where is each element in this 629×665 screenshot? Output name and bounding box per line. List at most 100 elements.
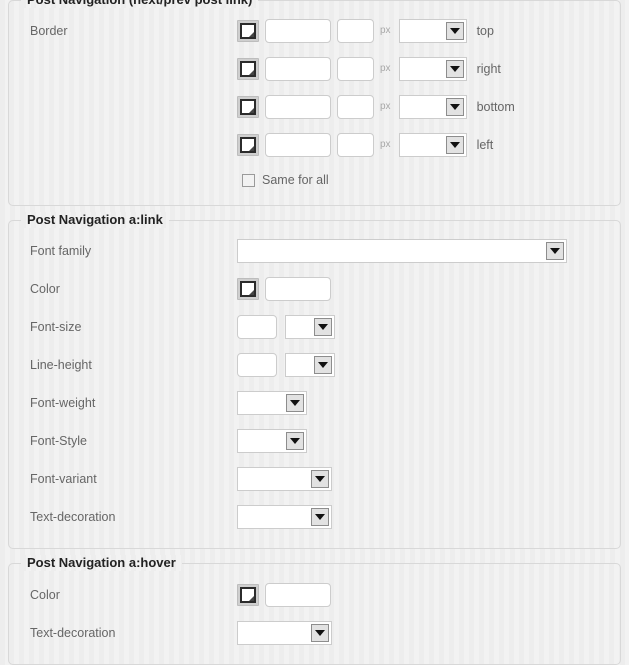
color-swatch-icon-border-top[interactable]	[237, 20, 259, 43]
border-left-color-input[interactable]	[265, 133, 331, 158]
border-row-label: Border	[30, 24, 68, 39]
border-left-unit-label: px	[380, 139, 391, 151]
border-right-width-input[interactable]	[337, 57, 374, 82]
fields-line-height	[237, 352, 335, 377]
border-row-bottom: px bottom	[18, 93, 611, 121]
row-line-height: Line-height	[18, 351, 611, 379]
row-hover-color: Color	[18, 581, 611, 609]
text-decoration-select[interactable]	[237, 504, 332, 529]
border-top-side-label: top	[476, 24, 494, 39]
border-bottom-side-label: bottom	[476, 100, 515, 115]
border-row-top: Border px top	[18, 17, 611, 45]
chevron-down-icon[interactable]	[311, 623, 329, 642]
label-font-size: Font-size	[30, 319, 82, 334]
line-height-unit-select[interactable]	[285, 352, 335, 377]
ahover-color-input[interactable]	[265, 582, 331, 607]
color-swatch-inner	[240, 586, 256, 603]
panel-post-navigation-ahover: Post Navigation a:hover Color Text-decor…	[8, 555, 621, 665]
chevron-down-icon[interactable]	[286, 393, 304, 412]
color-swatch-corner-icon	[249, 595, 254, 601]
font-variant-select[interactable]	[237, 466, 332, 491]
label-hover-color: Color	[30, 587, 60, 602]
ahover-text-decoration-select[interactable]	[237, 620, 332, 645]
border-right-unit-label: px	[380, 63, 391, 75]
border-right-side-label: right	[476, 62, 501, 77]
border-right-color-input[interactable]	[265, 57, 331, 82]
row-text-decoration: Text-decoration	[18, 503, 611, 531]
row-font-size: Font-size	[18, 313, 611, 341]
row-font-variant: Font-variant	[18, 465, 611, 493]
label-font-weight: Font-weight	[30, 395, 96, 410]
panel-legend-post-navigation-alink: Post Navigation a:link	[21, 211, 169, 228]
color-swatch-icon-border-right[interactable]	[237, 58, 259, 81]
panel-body-alink: Font family Color Font-size Line-height …	[18, 225, 611, 541]
label-line-height: Line-height	[30, 357, 92, 372]
color-swatch-inner	[240, 99, 256, 116]
color-swatch-icon-alink-color[interactable]	[237, 277, 259, 300]
same-for-all-label: Same for all	[262, 173, 329, 188]
label-color: Color	[30, 281, 60, 296]
border-left-width-input[interactable]	[337, 133, 374, 158]
font-style-select[interactable]	[237, 428, 307, 453]
fields-font-size	[237, 314, 335, 339]
border-top-color-input[interactable]	[265, 19, 331, 44]
label-font-variant: Font-variant	[30, 471, 97, 486]
border-top-style-select[interactable]	[398, 19, 467, 44]
color-swatch-corner-icon	[249, 289, 254, 295]
label-font-style: Font-Style	[30, 433, 87, 448]
border-row-right: px right	[18, 55, 611, 83]
color-swatch-corner-icon	[249, 32, 254, 38]
alink-color-input[interactable]	[265, 276, 331, 301]
border-left-side-label: left	[476, 138, 494, 153]
color-swatch-corner-icon	[249, 146, 254, 152]
fields-hover-color	[237, 582, 331, 607]
line-height-input[interactable]	[237, 352, 277, 377]
fields-font-style	[237, 428, 307, 453]
color-swatch-inner	[240, 61, 256, 78]
font-weight-select[interactable]	[237, 390, 307, 415]
chevron-down-icon[interactable]	[311, 469, 329, 488]
panel-body-ahover: Color Text-decoration	[18, 569, 611, 657]
color-swatch-inner	[240, 137, 256, 154]
panel-post-navigation-alink: Post Navigation a:link Font family Color	[8, 211, 621, 550]
border-top-unit-label: px	[380, 25, 391, 37]
chevron-down-icon[interactable]	[546, 241, 564, 260]
row-color: Color	[18, 275, 611, 303]
border-top-width-input[interactable]	[337, 19, 374, 44]
font-family-select[interactable]	[237, 238, 567, 263]
chevron-down-icon[interactable]	[445, 22, 464, 41]
font-size-unit-select[interactable]	[285, 314, 335, 339]
chevron-down-icon[interactable]	[445, 136, 464, 155]
border-fields-right: px right	[237, 57, 501, 82]
row-font-weight: Font-weight	[18, 389, 611, 417]
color-swatch-corner-icon	[249, 108, 254, 114]
color-swatch-icon-ahover-color[interactable]	[237, 583, 259, 606]
border-bottom-width-input[interactable]	[337, 95, 374, 120]
border-left-style-select[interactable]	[398, 133, 467, 158]
chevron-down-icon[interactable]	[314, 317, 332, 336]
border-fields-left: px left	[237, 133, 494, 158]
fields-font-variant	[237, 466, 332, 491]
same-for-all-row: Same for all	[18, 173, 611, 187]
row-font-family: Font family	[18, 237, 611, 265]
panel-legend-post-navigation: Post Navigation (next/prev post link)	[21, 0, 259, 8]
border-bottom-unit-label: px	[380, 101, 391, 113]
chevron-down-icon[interactable]	[311, 507, 329, 526]
color-swatch-icon-border-left[interactable]	[237, 134, 259, 157]
chevron-down-icon[interactable]	[445, 98, 464, 117]
border-bottom-style-select[interactable]	[398, 95, 467, 120]
panel-post-navigation: Post Navigation (next/prev post link) Bo…	[8, 0, 621, 206]
chevron-down-icon[interactable]	[445, 60, 464, 79]
font-size-input[interactable]	[237, 314, 277, 339]
color-swatch-icon-border-bottom[interactable]	[237, 96, 259, 119]
row-font-style: Font-Style	[18, 427, 611, 455]
fields-font-family	[237, 238, 567, 263]
panel-legend-post-navigation-ahover: Post Navigation a:hover	[21, 555, 182, 572]
fields-hover-text-decoration	[237, 620, 332, 645]
border-right-style-select[interactable]	[398, 57, 467, 82]
color-swatch-inner	[240, 23, 256, 40]
chevron-down-icon[interactable]	[314, 355, 332, 374]
checkbox-icon-same-for-all[interactable]	[242, 173, 255, 187]
chevron-down-icon[interactable]	[286, 431, 304, 450]
border-bottom-color-input[interactable]	[265, 95, 331, 120]
